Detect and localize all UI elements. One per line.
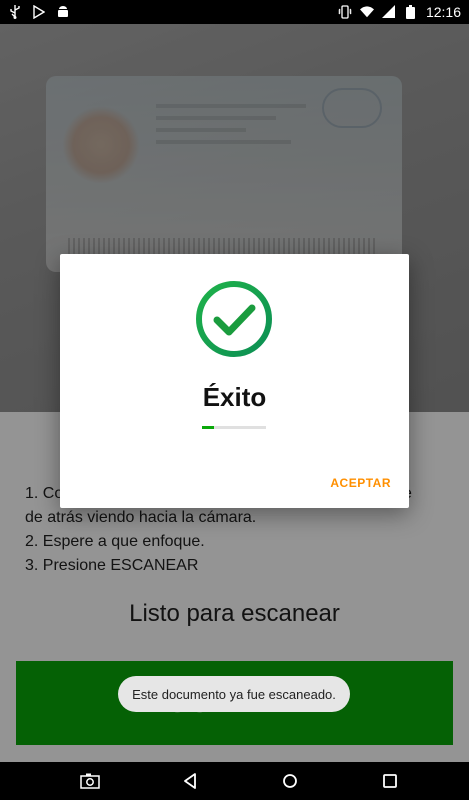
- checkmark-circle-icon: [195, 280, 273, 358]
- usb-icon: [8, 5, 22, 19]
- toast-message: Este documento ya fue escaneado.: [118, 676, 350, 712]
- home-icon[interactable]: [280, 771, 300, 791]
- recents-icon[interactable]: [380, 771, 400, 791]
- back-icon[interactable]: [180, 771, 200, 791]
- navigation-bar: [0, 762, 469, 800]
- dialog-title: Éxito: [202, 382, 267, 412]
- accept-button[interactable]: ACEPTAR: [330, 476, 391, 490]
- status-clock: 12:16: [425, 4, 461, 20]
- progress-bar-fill: [202, 426, 214, 429]
- progress-bar: [202, 426, 266, 429]
- signal-icon: [381, 5, 396, 19]
- battery-icon: [404, 5, 418, 19]
- vibrate-icon: [338, 5, 352, 19]
- wifi-icon: [359, 5, 374, 19]
- status-bar: 12:16: [0, 0, 469, 24]
- success-dialog: Éxito ACEPTAR: [60, 254, 409, 508]
- play-store-icon: [32, 5, 46, 19]
- screenshot-icon[interactable]: [80, 771, 100, 791]
- android-debug-icon: [56, 5, 70, 19]
